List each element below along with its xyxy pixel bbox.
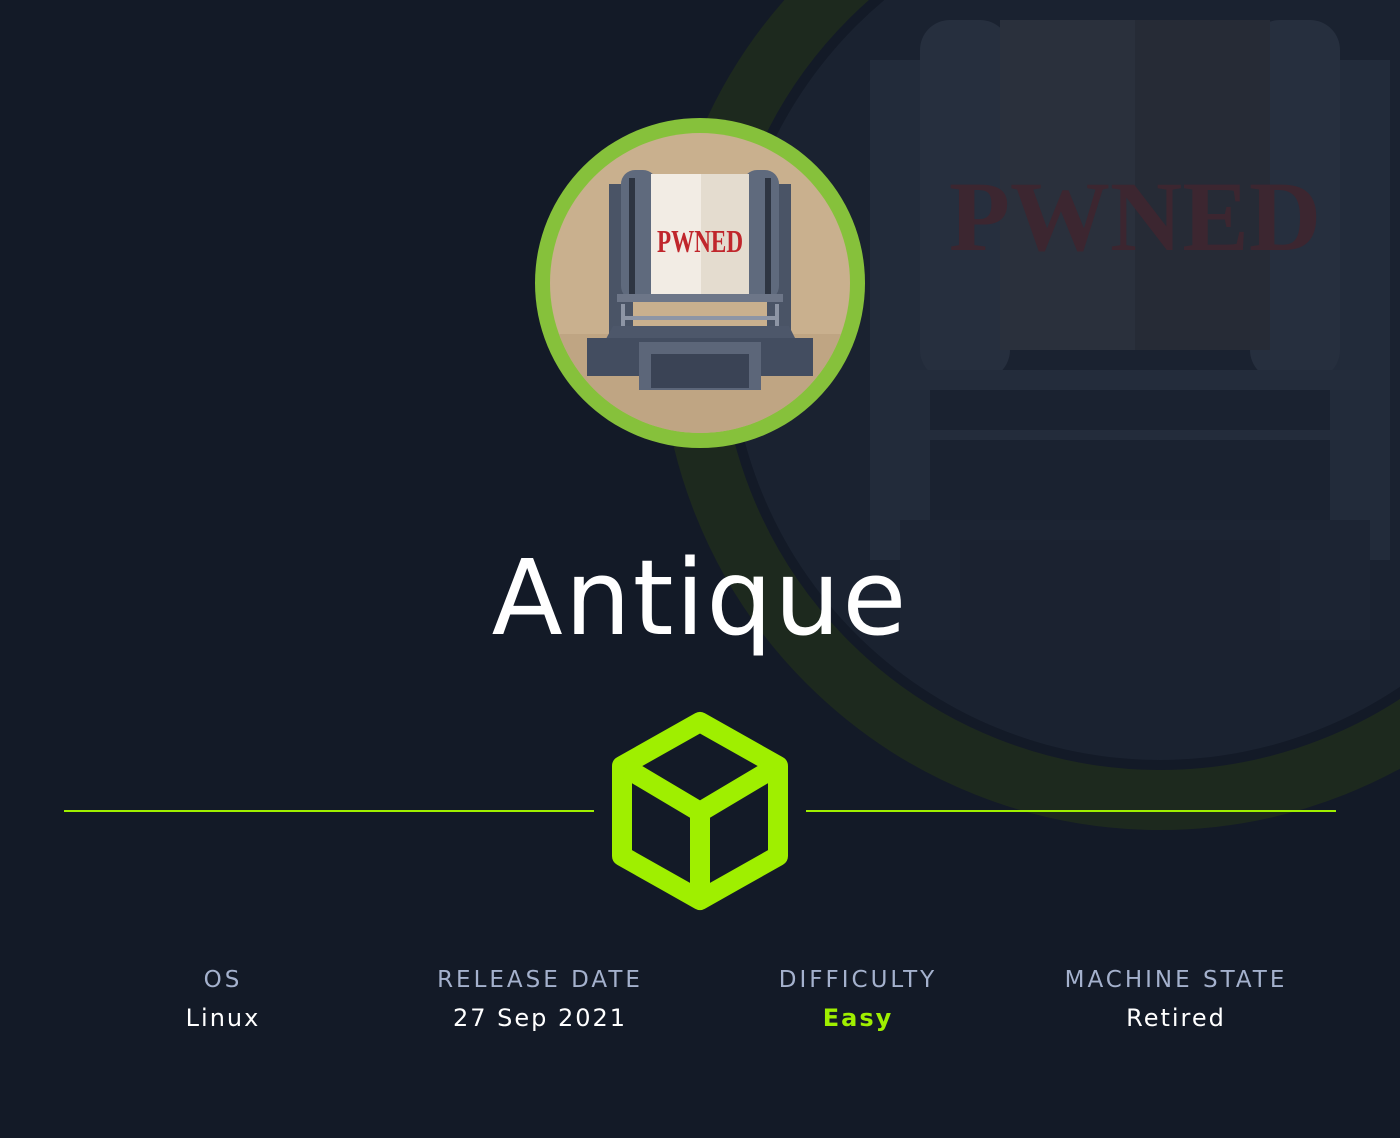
divider-left xyxy=(64,810,594,812)
stat-os-value: Linux xyxy=(185,1004,261,1032)
stat-machine-state: MACHINE STATE Retired xyxy=(1016,962,1336,1038)
stat-release-date: RELEASE DATE 27 Sep 2021 xyxy=(380,962,700,1038)
divider-right xyxy=(806,810,1336,812)
machine-avatar: PWNED xyxy=(535,118,865,448)
machine-stats: OS Linux RELEASE DATE 27 Sep 2021 DIFFIC… xyxy=(0,962,1400,1052)
avatar-pwned-text: PWNED xyxy=(657,223,743,259)
stat-difficulty-value: Easy xyxy=(822,1004,894,1032)
background-pwned-text: PWNED xyxy=(949,161,1321,272)
stat-os-label: OS xyxy=(203,967,243,993)
stat-release-date-label: RELEASE DATE xyxy=(437,967,643,993)
stat-difficulty-label: DIFFICULTY xyxy=(778,967,938,993)
machine-info-card: PWNED PWNED Antique OS Linux RELEASE DAT… xyxy=(0,0,1400,1138)
stat-difficulty: DIFFICULTY Easy xyxy=(698,962,1018,1038)
stat-machine-state-value: Retired xyxy=(1126,1004,1226,1032)
cube-icon xyxy=(612,712,788,910)
stat-release-date-value: 27 Sep 2021 xyxy=(452,1004,628,1032)
stat-os: OS Linux xyxy=(63,962,383,1038)
machine-name: Antique xyxy=(491,537,909,659)
stat-machine-state-label: MACHINE STATE xyxy=(1064,967,1288,993)
